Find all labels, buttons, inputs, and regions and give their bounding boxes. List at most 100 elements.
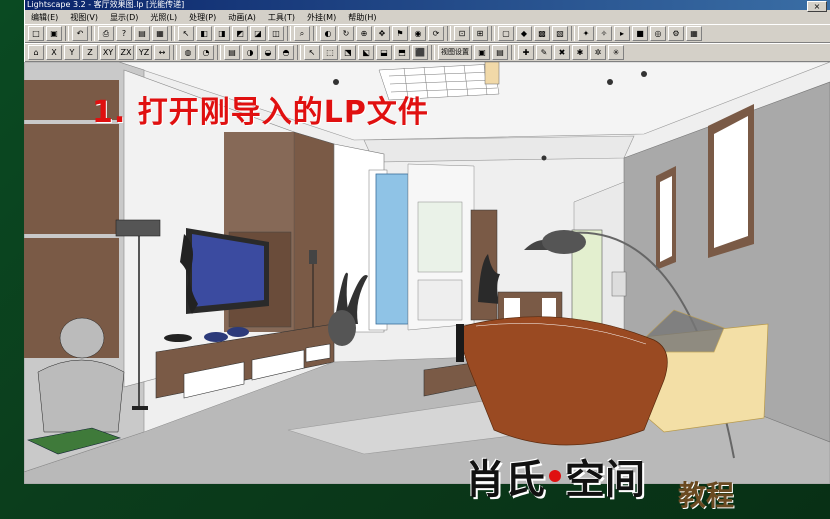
wireframe-icon[interactable]: ▢ — [498, 26, 514, 41]
light-group-icon[interactable]: ✳ — [608, 45, 624, 60]
brand-logo: 肖氏 空间 — [465, 452, 645, 503]
axis-x-button[interactable]: X — [46, 45, 62, 60]
rotate-icon[interactable]: ↻ — [338, 26, 354, 41]
view-settings-button[interactable]: 视图设置 — [438, 45, 472, 60]
axis-all-icon[interactable]: ↔ — [154, 45, 170, 60]
tv-set — [186, 228, 269, 314]
layer-icon[interactable]: ▤ — [224, 45, 240, 60]
material-icon[interactable]: ▧ — [552, 26, 568, 41]
toolbar-separator — [65, 26, 69, 41]
filter-icon[interactable]: ◔ — [198, 45, 214, 60]
tutorial-step-caption: 1. 打开刚导入的LP文件 — [92, 95, 429, 130]
texture-icon[interactable]: ▩ — [534, 26, 550, 41]
menu-display[interactable]: 显示(D) — [104, 12, 144, 23]
wine-bottle — [456, 324, 464, 362]
brand-name-part2: 空间 — [565, 457, 645, 503]
process-icon[interactable]: ▸ — [614, 26, 630, 41]
cube-view-icon[interactable]: ◧ — [196, 26, 212, 41]
pan-icon[interactable]: ✥ — [374, 26, 390, 41]
light-copy-icon[interactable]: ✱ — [572, 45, 588, 60]
toolbar-separator — [491, 26, 495, 41]
walk-icon[interactable]: ⚑ — [392, 26, 408, 41]
cube-view-icon[interactable]: ◨ — [214, 26, 230, 41]
select-layer-icon[interactable]: ⬓ — [376, 45, 392, 60]
toolbar-separator — [571, 26, 575, 41]
brand-dot-icon — [549, 470, 561, 482]
book-icon[interactable]: ▤ — [134, 26, 150, 41]
select-arrow-icon[interactable]: ↖ — [178, 26, 194, 41]
cube-view-icon[interactable]: ◩ — [232, 26, 248, 41]
brand-subtitle: 教程 — [678, 479, 735, 512]
grid-icon[interactable]: ▦ — [686, 26, 702, 41]
select-surface-icon[interactable]: ⬚ — [322, 45, 338, 60]
zoom-icon[interactable]: ⌕ — [294, 26, 310, 41]
menu-view[interactable]: 视图(V) — [64, 12, 104, 23]
zoom-in-icon[interactable]: ⊕ — [356, 26, 372, 41]
save-icon[interactable]: ▣ — [46, 26, 62, 41]
toolbar-separator — [217, 45, 221, 60]
menu-light[interactable]: 光照(L) — [144, 12, 183, 23]
select-icon[interactable]: ↖ — [304, 45, 320, 60]
window-title: Lightscape 3.2 - 客厅效果图.lp [光能传递] — [25, 0, 830, 10]
render-icon[interactable]: ◎ — [650, 26, 666, 41]
glass-partition — [375, 173, 409, 325]
view-toolbar: ⌂ X Y Z XY ZX YZ ↔ ◍ ◔ ▤ ◑ ◒ ◓ ↖ ⬚ ⬔ ⬕ ⬓… — [25, 43, 830, 62]
menu-tools[interactable]: 工具(T) — [262, 12, 301, 23]
select-entity-icon[interactable]: ⬔ — [340, 45, 356, 60]
axis-z-button[interactable]: Z — [82, 45, 98, 60]
view-icon[interactable]: ▣ — [474, 45, 490, 60]
print-icon[interactable]: ⎙ — [98, 26, 114, 41]
help-icon[interactable]: ? — [116, 26, 132, 41]
toolbar-separator — [431, 45, 435, 60]
orbit-icon[interactable]: ◐ — [320, 26, 336, 41]
menu-edit[interactable]: 编辑(E) — [25, 12, 64, 23]
brand-name-part1: 肖氏 — [465, 457, 545, 503]
toolbar-separator — [287, 26, 291, 41]
axis-y-button[interactable]: Y — [64, 45, 80, 60]
cube-view-icon[interactable]: ◪ — [250, 26, 266, 41]
light-edit-icon[interactable]: ✎ — [536, 45, 552, 60]
light-icon[interactable]: ✦ — [578, 26, 594, 41]
toolbar-separator — [511, 45, 515, 60]
layers-icon[interactable]: ▦ — [152, 26, 168, 41]
plane-xy-button[interactable]: XY — [100, 45, 116, 60]
view-save-icon[interactable]: ▤ — [492, 45, 508, 60]
toolbar-separator — [447, 26, 451, 41]
light-delete-icon[interactable]: ✖ — [554, 45, 570, 60]
undo-icon[interactable]: ↶ — [72, 26, 88, 41]
layer-on-icon[interactable]: ◑ — [242, 45, 258, 60]
menu-process[interactable]: 处理(P) — [183, 12, 222, 23]
radiosity-icon[interactable]: ✧ — [596, 26, 612, 41]
settings-icon[interactable]: ⚙ — [668, 26, 684, 41]
camera-icon[interactable]: ◉ — [410, 26, 426, 41]
layer-off-icon[interactable]: ◒ — [260, 45, 276, 60]
select-block-icon[interactable]: ⬕ — [358, 45, 374, 60]
zoom-extents-icon[interactable]: ⊞ — [472, 26, 488, 41]
toolbar-separator — [297, 45, 301, 60]
add-light-icon[interactable]: ✚ — [518, 45, 534, 60]
select-material-icon[interactable]: ⬒ — [394, 45, 410, 60]
light-aim-icon[interactable]: ✲ — [590, 45, 606, 60]
toolbar-separator — [171, 26, 175, 41]
plane-yz-button[interactable]: YZ — [136, 45, 152, 60]
menu-animation[interactable]: 动画(A) — [222, 12, 262, 23]
perspective-icon[interactable]: ⌂ — [28, 45, 44, 60]
armchair — [460, 316, 668, 446]
palette-icon[interactable]: ◍ — [180, 45, 196, 60]
main-toolbar: □ ▣ ↶ ⎙ ? ▤ ▦ ↖ ◧ ◨ ◩ ◪ ◫ ⌕ ◐ ↻ ⊕ ✥ ⚑ ◉ … — [25, 24, 830, 43]
wall-frame-small — [656, 166, 676, 270]
loop-icon[interactable]: ⟳ — [428, 26, 444, 41]
shaded-icon[interactable]: ◆ — [516, 26, 532, 41]
select-all-icon[interactable]: ⬛ — [412, 45, 428, 60]
3d-viewport[interactable]: 1. 打开刚导入的LP文件 — [24, 62, 830, 484]
cube-view-icon[interactable]: ◫ — [268, 26, 284, 41]
menu-help[interactable]: 帮助(H) — [342, 12, 382, 23]
zoom-window-icon[interactable]: ⊡ — [454, 26, 470, 41]
wall-frame-large — [708, 104, 754, 258]
plane-zx-button[interactable]: ZX — [118, 45, 134, 60]
close-button[interactable]: × — [807, 1, 827, 12]
stop-icon[interactable]: ■ — [632, 26, 648, 41]
new-file-icon[interactable]: □ — [28, 26, 44, 41]
layer-edit-icon[interactable]: ◓ — [278, 45, 294, 60]
menu-plugins[interactable]: 外挂(M) — [301, 12, 342, 23]
